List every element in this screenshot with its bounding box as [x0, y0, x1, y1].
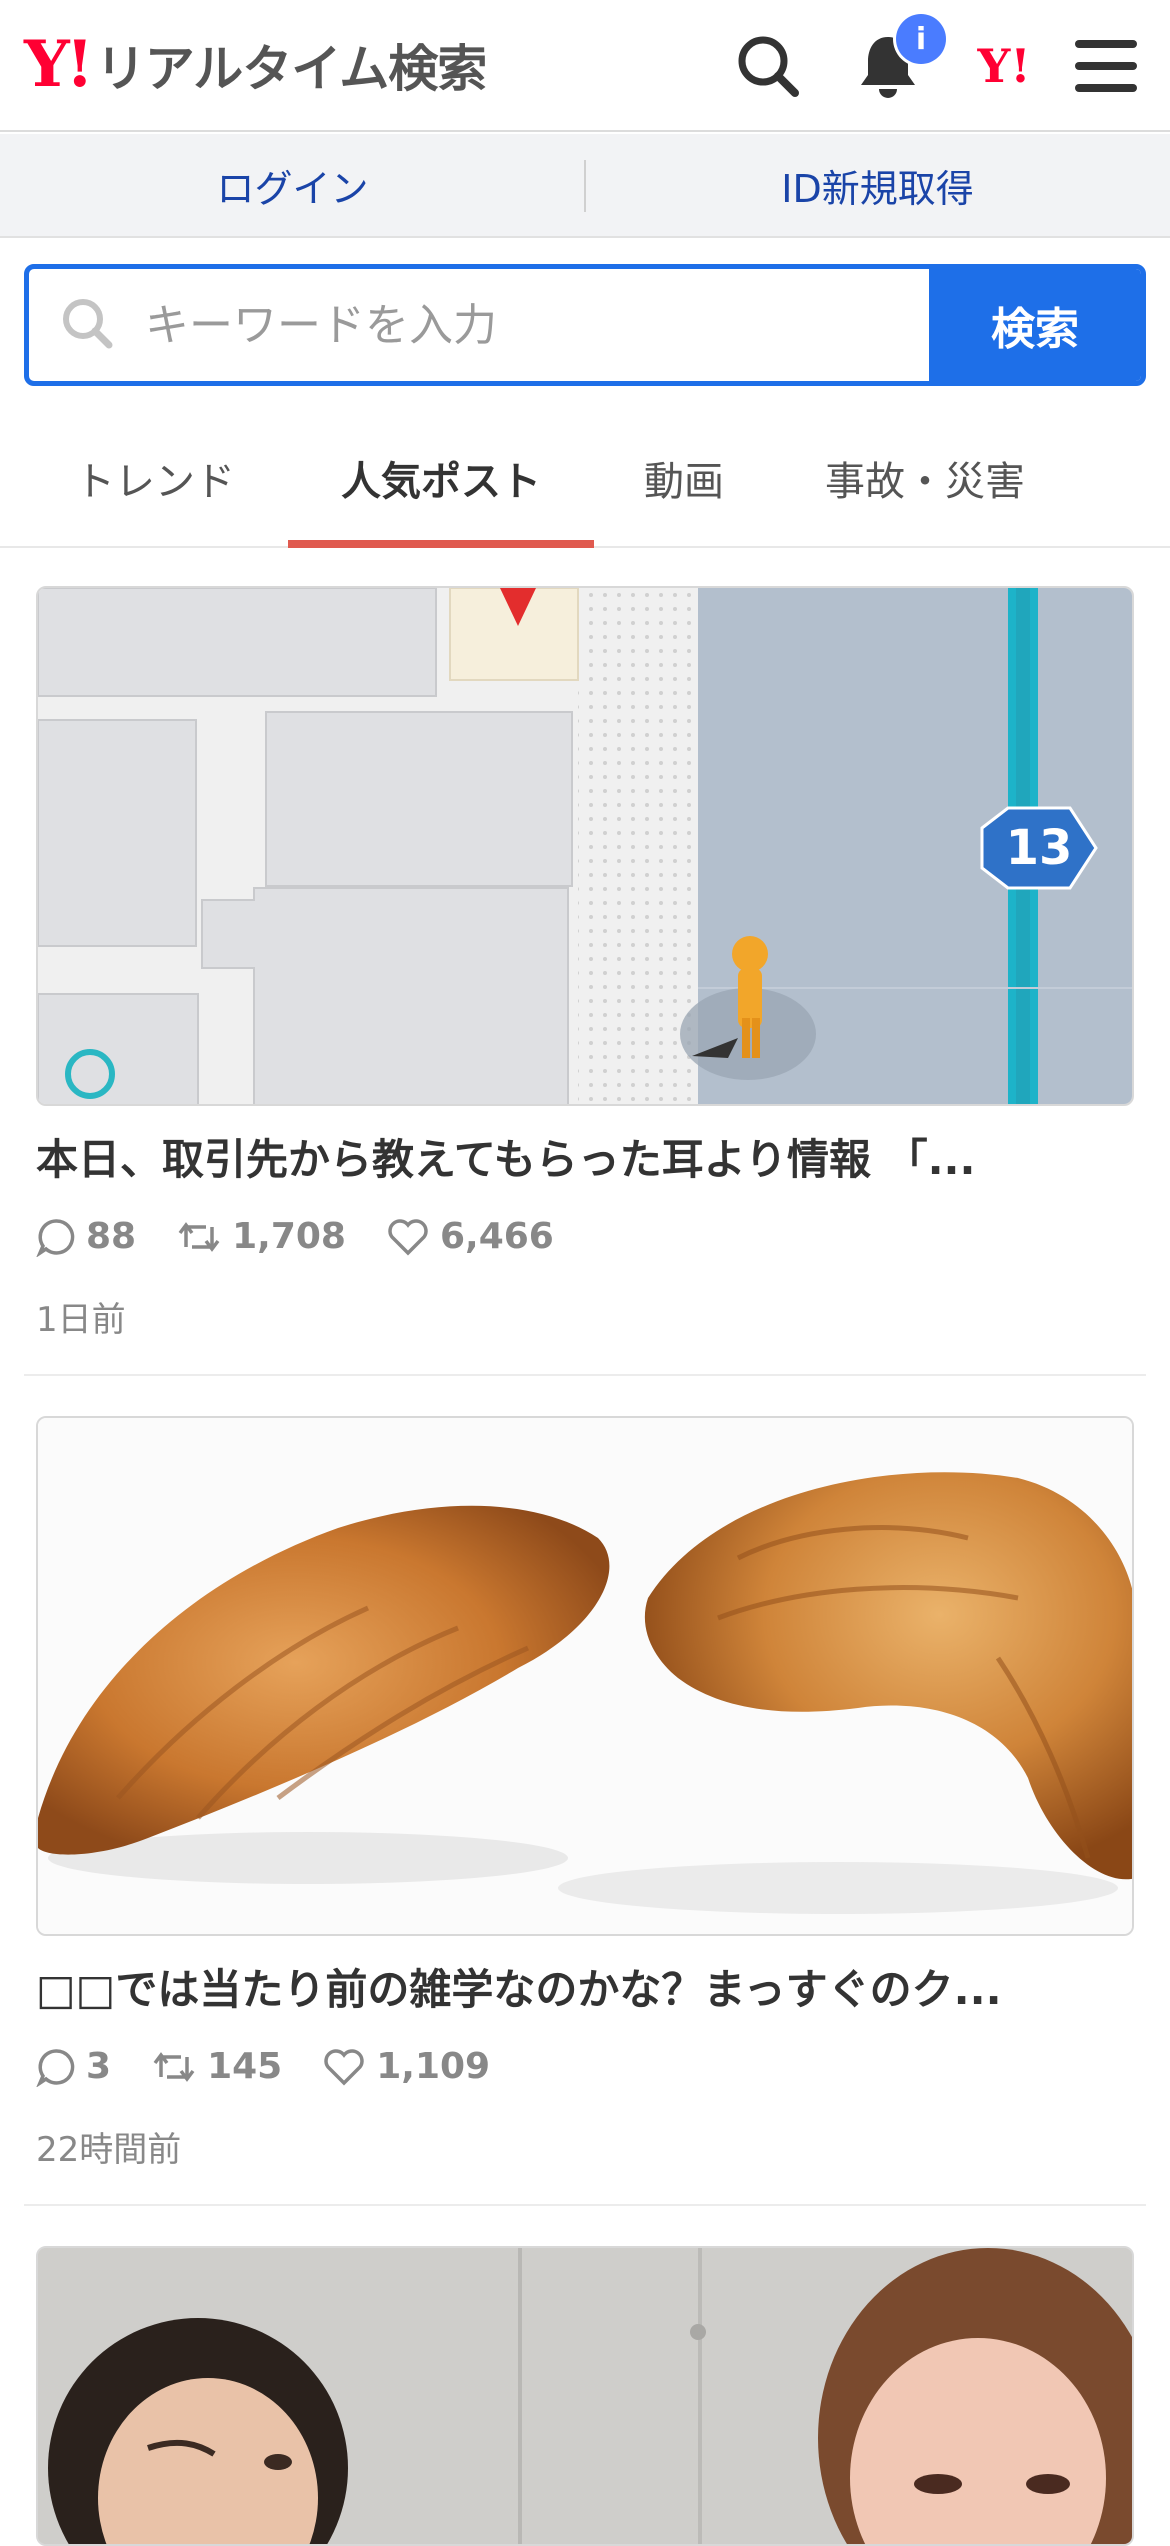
search-input[interactable]	[145, 299, 845, 351]
notification-badge: i	[896, 14, 946, 64]
like-count[interactable]: 1,109	[322, 2046, 490, 2087]
app-header: Y! リアルタイム検索 i Y!	[0, 0, 1170, 132]
post-time: 22時間前	[36, 2130, 182, 2170]
yahoo-logo-mark: Y!	[24, 27, 94, 102]
post-card[interactable]	[24, 2246, 1146, 2546]
logo-text: リアルタイム検索	[95, 40, 487, 98]
post-image-people[interactable]	[36, 2246, 1134, 2546]
repost-count-value: 1,708	[232, 1216, 346, 1257]
post-time: 1日前	[36, 1300, 126, 1340]
search-button[interactable]: 検索	[929, 269, 1141, 381]
like-count[interactable]: 6,466	[386, 1216, 554, 1257]
card-divider	[24, 2204, 1146, 2206]
post-title[interactable]: 本日、取引先から教えてもらった耳より情報 「...	[36, 1126, 1134, 1187]
repost-count[interactable]: 1,708	[176, 1216, 346, 1257]
post-title[interactable]: □□では当たり前の雑学なのかな？まっすぐのク...	[36, 1956, 1134, 2017]
card-divider	[24, 1374, 1146, 1376]
login-bar: ログイン ID新規取得	[0, 134, 1170, 238]
yahoo-realtime-logo[interactable]: Y! リアルタイム検索	[24, 27, 487, 102]
register-link[interactable]: ID新規取得	[585, 134, 1170, 236]
reply-count-value: 3	[86, 2046, 112, 2087]
active-tab-indicator	[288, 540, 594, 548]
post-card[interactable]: □□では当たり前の雑学なのかな？まっすぐのク... 3 145 1,109 22…	[24, 1416, 1146, 2206]
tab-video[interactable]: 動画	[604, 410, 764, 546]
search-icon[interactable]	[730, 28, 806, 104]
repost-icon	[153, 2051, 195, 2082]
heart-icon	[388, 1218, 428, 1255]
tab-popular-posts[interactable]: 人気ポスト	[288, 410, 594, 546]
search-box: 検索	[24, 264, 1146, 386]
reply-count[interactable]: 88	[36, 1216, 136, 1257]
reply-icon	[36, 2048, 75, 2087]
category-tabs: トレンド 人気ポスト 動画 事故・災害	[0, 410, 1170, 548]
post-stats: 3 145 1,109	[36, 2046, 530, 2087]
post-stats: 88 1,708 6,466	[36, 1216, 594, 1257]
heart-icon	[324, 2048, 364, 2085]
yahoo-japan-icon[interactable]: Y!	[966, 28, 1042, 104]
tab-accidents-disasters[interactable]: 事故・災害	[790, 410, 1060, 546]
repost-count[interactable]: 145	[151, 2046, 282, 2087]
like-count-value: 1,109	[376, 2046, 491, 2087]
login-bar-divider	[584, 160, 586, 212]
repost-count-value: 145	[207, 2046, 283, 2087]
hamburger-menu-icon[interactable]	[1068, 28, 1144, 104]
login-link[interactable]: ログイン	[0, 134, 585, 236]
reply-count[interactable]: 3	[36, 2046, 111, 2087]
tab-trend[interactable]: トレンド	[40, 410, 270, 546]
route-number-label: 13	[1005, 820, 1073, 876]
post-image-map[interactable]: 13	[36, 586, 1134, 1106]
post-image-croissants[interactable]	[36, 1416, 1134, 1936]
post-card[interactable]: 13 本日、取引先から教えてもらった耳より情報 「... 88 1,708 6,…	[24, 586, 1146, 1376]
search-field-icon	[59, 295, 115, 355]
search-field[interactable]	[29, 269, 929, 381]
like-count-value: 6,466	[439, 1216, 554, 1257]
reply-count-value: 88	[86, 1216, 137, 1257]
repost-icon	[178, 1221, 220, 1252]
reply-icon	[36, 1218, 75, 1257]
